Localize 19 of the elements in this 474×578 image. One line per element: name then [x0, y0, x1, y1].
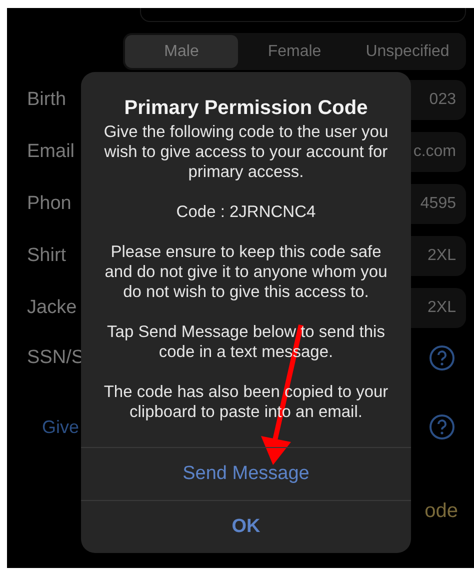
- field-label: Birth: [27, 89, 66, 111]
- field-label: Phon: [27, 193, 72, 215]
- code-link[interactable]: ode: [424, 500, 458, 522]
- field-label: Email: [27, 141, 75, 163]
- segment-tab[interactable]: Male: [125, 35, 238, 68]
- field-label: Shirt: [27, 245, 66, 267]
- give-link[interactable]: Give: [42, 416, 80, 438]
- dialog-title: Primary Permission Code: [123, 96, 369, 120]
- segment-tab[interactable]: Female: [238, 35, 351, 68]
- field-label: Jacke: [27, 297, 77, 319]
- ok-button[interactable]: OK: [81, 500, 411, 553]
- dialog-message: Code : 2JRNCNC4: [175, 202, 317, 222]
- dialog-message: Please ensure to keep this code safe and do not give it to anyone whom you do not wish to give this access to.: [104, 242, 388, 302]
- field-label: SSN/S: [27, 347, 84, 369]
- help-icon[interactable]: [429, 414, 455, 440]
- help-icon[interactable]: [429, 345, 455, 371]
- segment-tab[interactable]: Unspecified: [351, 35, 464, 68]
- dialog-message: Give the following code to the user you wish to give access to your account for primary access.: [102, 122, 390, 182]
- send-message-button[interactable]: Send Message: [81, 447, 411, 500]
